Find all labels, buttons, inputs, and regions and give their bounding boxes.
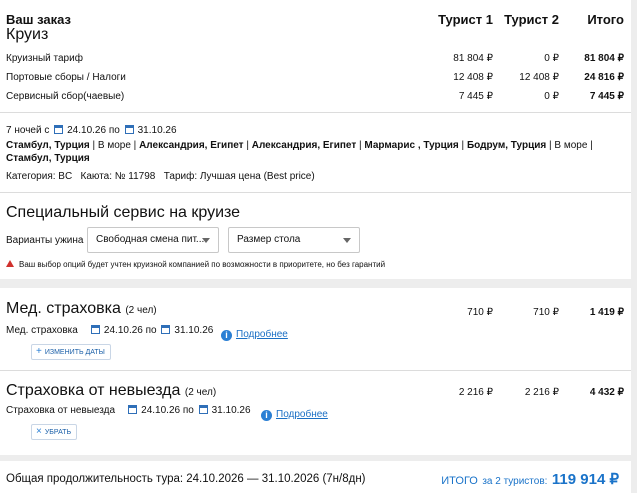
dinner-select[interactable]: Свободная смена пит... <box>87 227 219 253</box>
tour-duration: Общая продолжительность тура: 24.10.2026… <box>6 473 366 485</box>
route-port: Мармарис , Турция <box>364 140 459 151</box>
divider <box>0 370 631 371</box>
info-icon: i <box>261 410 272 421</box>
med-insurance-heading: Мед. страховка (2 чел) <box>6 300 157 318</box>
chevron-down-icon <box>343 238 351 243</box>
total-value: 119 914 ₽ <box>551 471 619 488</box>
price-row-label: Портовые сборы / Налоги <box>6 72 126 83</box>
calendar-icon <box>124 125 134 134</box>
price-row-t1: 7 445 ₽ <box>458 91 493 102</box>
total-label: ИТОГО <box>441 475 478 487</box>
cruise-date-sep: по <box>108 125 120 136</box>
cruise-category: Категория: BC <box>6 171 73 182</box>
med-date-to: 31.10.26 <box>174 325 214 336</box>
med-insurance-t1: 710 ₽ <box>467 307 493 318</box>
cruise-dates: 7 ночей с 24.10.26 по 31.10.26 <box>6 125 177 136</box>
calendar-icon <box>54 125 64 134</box>
insurance-card: Мед. страховка (2 чел) 710 ₽ 710 ₽ 1 419… <box>0 288 631 455</box>
cancel-insurance-label: Страховка от невыезда <box>6 405 116 416</box>
cruise-cabin: Каюта: № 11798 <box>80 171 156 182</box>
cruise-details: Категория: BC Каюта: № 11798 Тариф: Лучш… <box>6 171 315 182</box>
cruise-tariff: Тариф: Лучшая цена (Best price) <box>163 171 315 182</box>
route-port: Стамбул, Турция <box>6 140 90 151</box>
med-insurance-t2: 710 ₽ <box>533 307 559 318</box>
change-dates-label: ИЗМЕНИТЬ ДАТЫ <box>44 349 105 356</box>
remove-label: УБРАТЬ <box>44 429 72 436</box>
med-more-link[interactable]: Подробнее <box>236 329 288 340</box>
med-insurance-title: Мед. страховка <box>6 300 121 317</box>
col-total: Итого <box>587 12 624 27</box>
price-row-total: 24 816 ₽ <box>584 72 624 83</box>
footer-summary: Общая продолжительность тура: 24.10.2026… <box>0 461 631 493</box>
calendar-icon <box>90 325 100 334</box>
price-row-t1: 12 408 ₽ <box>453 72 493 83</box>
calendar-icon <box>128 405 138 414</box>
price-row-label: Сервисный сбор(чаевые) <box>6 91 125 102</box>
warning-text: Ваш выбор опций будет учтен круизной ком… <box>19 260 386 269</box>
route-port: Бодрум, Турция <box>466 140 547 151</box>
divider <box>0 112 631 113</box>
route-sep: | В море | <box>89 140 140 151</box>
plus-icon: + <box>36 346 42 357</box>
warning-icon <box>6 260 14 267</box>
cruise-route: Стамбул, Турция | В море | Александрия, … <box>6 139 606 165</box>
table-size-select-value: Размер стола <box>237 234 301 245</box>
special-service-title: Специальный сервис на круизе <box>6 204 241 221</box>
cancel-more-link[interactable]: Подробнее <box>276 409 328 420</box>
route-port: Александрия, Египет <box>139 140 244 151</box>
price-row-t1: 81 804 ₽ <box>453 53 493 64</box>
cancel-insurance-total: 4 432 ₽ <box>589 387 624 398</box>
calendar-icon <box>161 325 171 334</box>
dinner-label: Варианты ужина <box>6 235 84 246</box>
cancel-insurance-heading: Страховка от невыезда (2 чел) <box>6 382 216 400</box>
cancel-date-to: 31.10.26 <box>211 405 251 416</box>
price-row-total: 7 445 ₽ <box>589 91 624 102</box>
grand-total: ИТОГО за 2 туристов: 119 914 ₽ <box>441 470 619 489</box>
order-title: Ваш заказ <box>6 12 71 27</box>
order-subtitle: Круиз <box>6 26 49 43</box>
route-sep: | <box>243 140 252 151</box>
price-row-total: 81 804 ₽ <box>584 53 624 64</box>
calendar-icon <box>198 405 208 414</box>
order-card: Ваш заказ Круиз Турист 1 Турист 2 Итого … <box>0 0 631 279</box>
med-more-link-wrap[interactable]: i Подробнее <box>221 324 288 342</box>
price-row-t2: 0 ₽ <box>544 91 559 102</box>
remove-button[interactable]: × УБРАТЬ <box>31 424 78 440</box>
med-date-from: 24.10.26 <box>103 325 143 336</box>
info-icon: i <box>221 330 232 341</box>
dinner-select-value: Свободная смена пит... <box>96 234 205 245</box>
price-row-label: Круизный тариф <box>6 53 83 64</box>
med-insurance-row: Мед. страховка 24.10.26 по 31.10.26 <box>6 325 213 336</box>
price-row-t2: 0 ₽ <box>544 53 559 64</box>
med-insurance-total: 1 419 ₽ <box>589 307 624 318</box>
col-tourist-2: Турист 2 <box>504 12 559 27</box>
cancel-insurance-count: (2 чел) <box>184 387 217 398</box>
cancel-date-from: 24.10.26 <box>141 405 181 416</box>
total-for: за 2 туристов: <box>482 476 548 487</box>
close-icon: × <box>36 426 42 437</box>
price-row-t2: 12 408 ₽ <box>519 72 559 83</box>
route-sep: | В море | <box>546 140 593 151</box>
route-sep: | <box>458 140 467 151</box>
cancel-insurance-t2: 2 216 ₽ <box>524 387 559 398</box>
cancel-more-link-wrap[interactable]: i Подробнее <box>261 404 328 422</box>
cancel-insurance-row: Страховка от невыезда 24.10.26 по 31.10.… <box>6 405 251 416</box>
cancel-insurance-t1: 2 216 ₽ <box>458 387 493 398</box>
warning-note: Ваш выбор опций будет учтен круизной ком… <box>6 260 385 269</box>
change-dates-button[interactable]: + ИЗМЕНИТЬ ДАТЫ <box>31 344 111 360</box>
chevron-down-icon <box>202 238 210 243</box>
med-insurance-label: Мед. страховка <box>6 325 78 336</box>
col-tourist-1: Турист 1 <box>438 12 493 27</box>
route-port: Стамбул, Турция <box>6 153 90 164</box>
cruise-date-from: 24.10.26 <box>67 125 107 136</box>
table-size-select[interactable]: Размер стола <box>228 227 360 253</box>
route-port: Александрия, Египет <box>251 140 357 151</box>
cruise-date-to: 31.10.26 <box>137 125 177 136</box>
cancel-date-sep: по <box>182 405 194 416</box>
med-insurance-count: (2 чел) <box>125 305 157 316</box>
cancel-insurance-title: Страховка от невыезда <box>6 382 181 399</box>
cruise-nights: 7 ночей с <box>6 125 50 136</box>
med-date-sep: по <box>145 325 157 336</box>
divider <box>0 192 631 193</box>
